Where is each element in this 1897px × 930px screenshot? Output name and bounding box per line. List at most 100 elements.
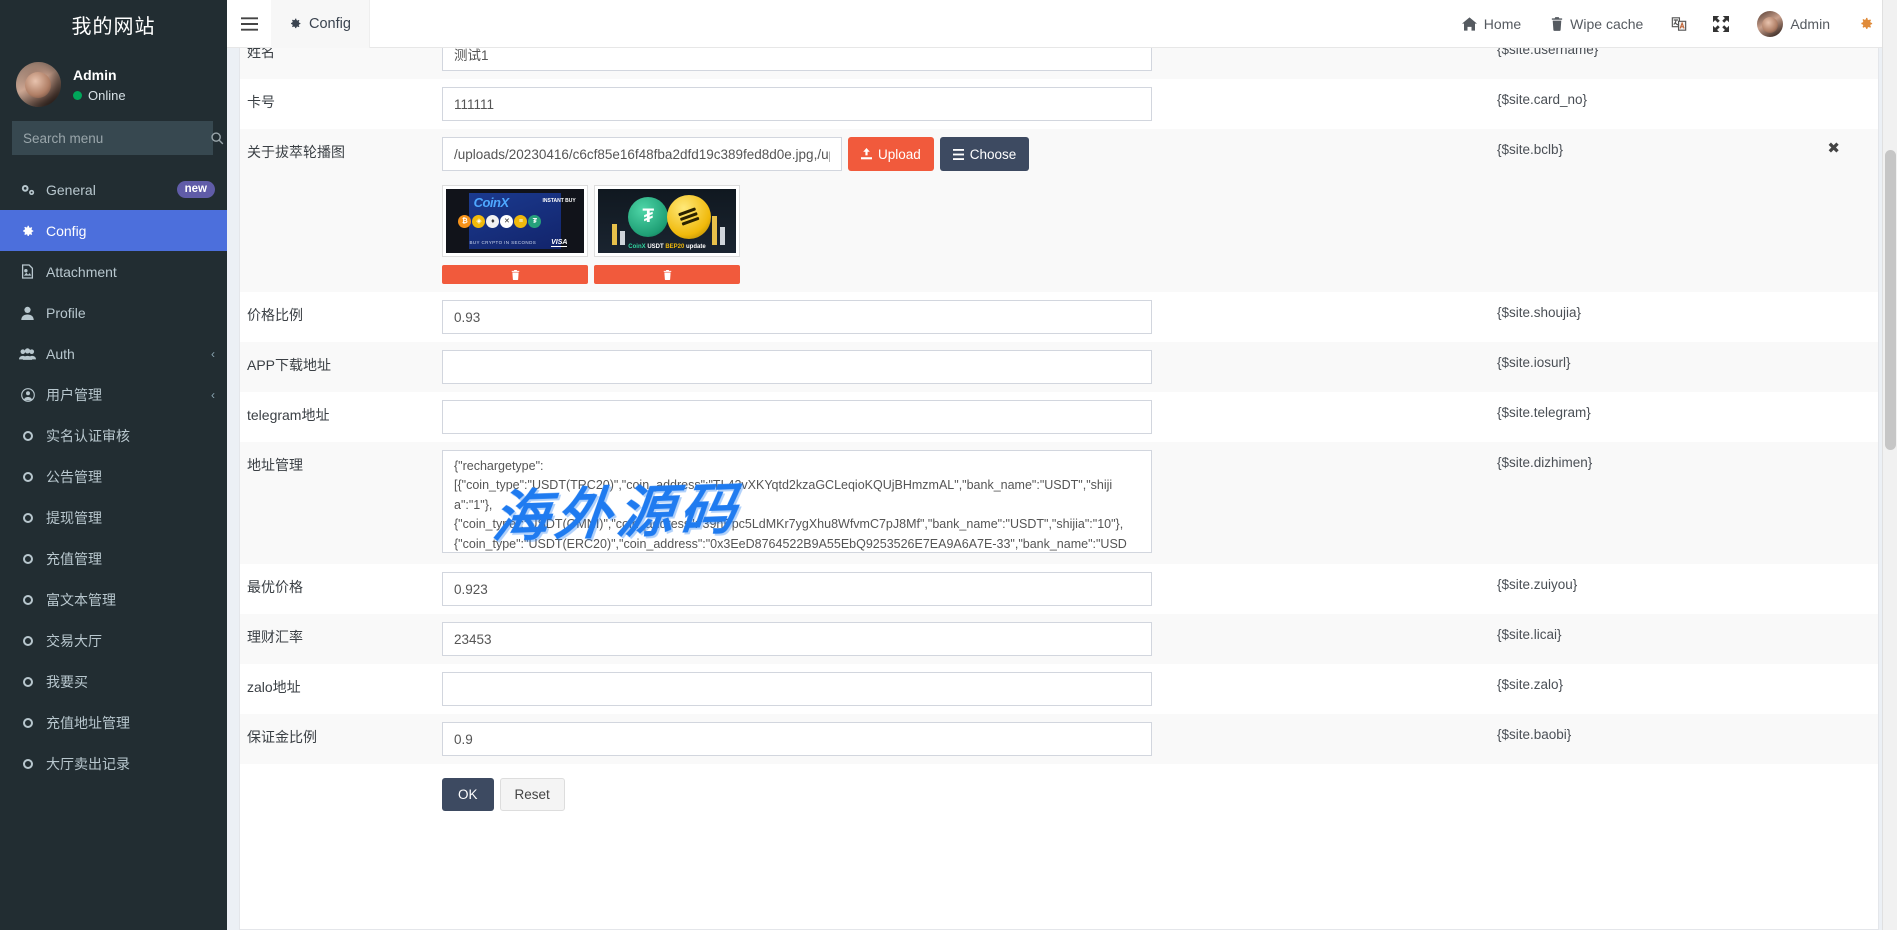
topbar-right: Home Wipe cache <box>1447 0 1897 48</box>
sidebar-item-recharge[interactable]: 充值管理 <box>0 538 227 579</box>
sidebar-item-realname-audit[interactable]: 实名认证审核 <box>0 415 227 456</box>
search-icon[interactable] <box>210 122 224 154</box>
sidebar: 我的网站 Admin Online <box>0 0 227 930</box>
reset-button[interactable]: Reset <box>500 778 565 811</box>
submit-button[interactable]: OK <box>442 778 494 811</box>
sidebar-item-buy[interactable]: 我要买 <box>0 661 227 702</box>
sidebar-item-auth[interactable]: Auth ‹ <box>0 333 227 374</box>
scrollbar-thumb[interactable] <box>1885 150 1896 450</box>
sidebar-item-announcement[interactable]: 公告管理 <box>0 456 227 497</box>
delete-image-button[interactable] <box>594 265 740 284</box>
circle-icon <box>18 472 37 482</box>
sidebar-item-label: 充值管理 <box>46 549 215 569</box>
thumbnail-coinx-card[interactable]: CoinX INSTANT BUY ₿◈♦ ✕≡₮ BUY CRYPTO IN … <box>442 185 588 257</box>
chevron-left-icon: ‹ <box>211 347 215 361</box>
sidebar-item-attachment[interactable]: Attachment <box>0 251 227 292</box>
zalo-input[interactable] <box>442 672 1152 706</box>
menu-toggle-icon[interactable] <box>227 0 271 48</box>
iosurl-input[interactable] <box>442 350 1152 384</box>
user-circle-icon <box>18 388 37 402</box>
baobi-input[interactable] <box>442 722 1152 756</box>
telegram-input[interactable] <box>442 400 1152 434</box>
sidebar-item-hall-sell-records[interactable]: 大厅卖出记录 <box>0 743 227 784</box>
thumbnail-usdt-bep20[interactable]: ₮ CoinX USDT BEP20 update <box>594 185 740 257</box>
sidebar-item-profile[interactable]: Profile <box>0 292 227 333</box>
circle-icon <box>18 513 37 523</box>
shoujia-input[interactable] <box>442 300 1152 334</box>
circle-icon <box>18 431 37 441</box>
sidebar-item-label: 大厅卖出记录 <box>46 754 215 774</box>
admin-user-menu[interactable]: Admin <box>1742 0 1845 48</box>
circle-icon <box>18 677 37 687</box>
card-no-input[interactable] <box>442 87 1152 121</box>
zuiyou-input[interactable] <box>442 572 1152 606</box>
user-name: Admin <box>73 67 126 83</box>
app-root: 我的网站 Admin Online <box>0 0 1897 930</box>
sidebar-item-label: Auth <box>46 346 202 362</box>
sidebar-user-panel: Admin Online <box>0 48 227 121</box>
tab-config[interactable]: Config <box>271 0 370 48</box>
topbar: Config Home <box>227 0 1897 48</box>
upload-button[interactable]: Upload <box>848 137 934 171</box>
trash-icon <box>1551 17 1563 31</box>
sidebar-item-label: 交易大厅 <box>46 631 215 651</box>
form-actions: OK Reset <box>240 764 1878 825</box>
user-icon <box>18 306 37 320</box>
new-badge: new <box>177 181 215 199</box>
field-label: 理财汇率 <box>240 614 442 647</box>
sidebar-item-trade-hall[interactable]: 交易大厅 <box>0 620 227 661</box>
table-row: 价格比例 {$site.shoujia} <box>240 292 1878 342</box>
image-path-input[interactable] <box>442 137 842 171</box>
field-variable: {$site.baobi} <box>1485 714 1878 742</box>
list-icon <box>953 149 964 160</box>
sidebar-item-config[interactable]: Config <box>0 210 227 251</box>
user-status: Online <box>73 88 126 103</box>
fullscreen-icon[interactable] <box>1700 0 1742 48</box>
field-variable: {$site.licai} <box>1485 614 1878 642</box>
licai-input[interactable] <box>442 622 1152 656</box>
dizhimen-textarea[interactable]: {"rechargetype": [{"coin_type":"USDT(TRC… <box>442 450 1152 553</box>
circle-icon <box>18 636 37 646</box>
sidebar-item-general[interactable]: General new <box>0 169 227 210</box>
list-item: CoinX INSTANT BUY ₿◈♦ ✕≡₮ BUY CRYPTO IN … <box>442 185 588 284</box>
wipe-cache-link[interactable]: Wipe cache <box>1536 0 1658 48</box>
field-label: 价格比例 <box>240 292 442 325</box>
table-row: telegram地址 {$site.telegram} <box>240 392 1878 442</box>
remove-field-icon[interactable]: ✖ <box>1827 139 1840 157</box>
settings-gear-icon[interactable] <box>1845 0 1887 48</box>
upload-icon <box>861 148 872 160</box>
online-status-dot <box>73 91 82 100</box>
form-scroll-region: 开户行 {$site.bank_deposit} 姓名 {$site.usern… <box>240 0 1878 929</box>
sidebar-item-recharge-address[interactable]: 充值地址管理 <box>0 702 227 743</box>
circle-icon <box>18 554 37 564</box>
delete-image-button[interactable] <box>442 265 588 284</box>
field-variable: {$site.iosurl} <box>1485 342 1878 370</box>
home-link[interactable]: Home <box>1447 0 1536 48</box>
home-icon <box>1462 17 1477 31</box>
table-row: 保证金比例 {$site.baobi} <box>240 714 1878 764</box>
field-variable: {$site.dizhimen} <box>1485 442 1878 470</box>
sidebar-item-label: Attachment <box>46 264 215 280</box>
sidebar-item-label: 公告管理 <box>46 467 215 487</box>
choose-button[interactable]: Choose <box>940 137 1030 171</box>
users-icon <box>18 347 37 361</box>
circle-icon <box>18 718 37 728</box>
field-label: 保证金比例 <box>240 714 442 747</box>
circle-icon <box>18 595 37 605</box>
sidebar-item-richtext[interactable]: 富文本管理 <box>0 579 227 620</box>
gear-icon <box>18 224 37 238</box>
sidebar-item-withdraw[interactable]: 提现管理 <box>0 497 227 538</box>
config-form-panel: 开户行 {$site.bank_deposit} 姓名 {$site.usern… <box>239 0 1879 930</box>
nav-tabs: Config <box>271 0 370 48</box>
table-row: 理财汇率 {$site.licai} <box>240 614 1878 664</box>
table-row: 地址管理 {"rechargetype": [{"coin_type":"USD… <box>240 442 1878 564</box>
page-scrollbar[interactable] <box>1882 0 1897 930</box>
field-label: 卡号 <box>240 79 442 112</box>
sidebar-item-user-management[interactable]: 用户管理 ‹ <box>0 374 227 415</box>
field-variable-label: {$site.bclb} <box>1497 142 1563 157</box>
image-thumbnail-list: CoinX INSTANT BUY ₿◈♦ ✕≡₮ BUY CRYPTO IN … <box>442 185 1475 284</box>
search-input[interactable] <box>13 131 210 146</box>
sidebar-item-label: Profile <box>46 305 215 321</box>
language-icon[interactable] <box>1658 0 1700 48</box>
site-brand-title: 我的网站 <box>0 0 227 48</box>
